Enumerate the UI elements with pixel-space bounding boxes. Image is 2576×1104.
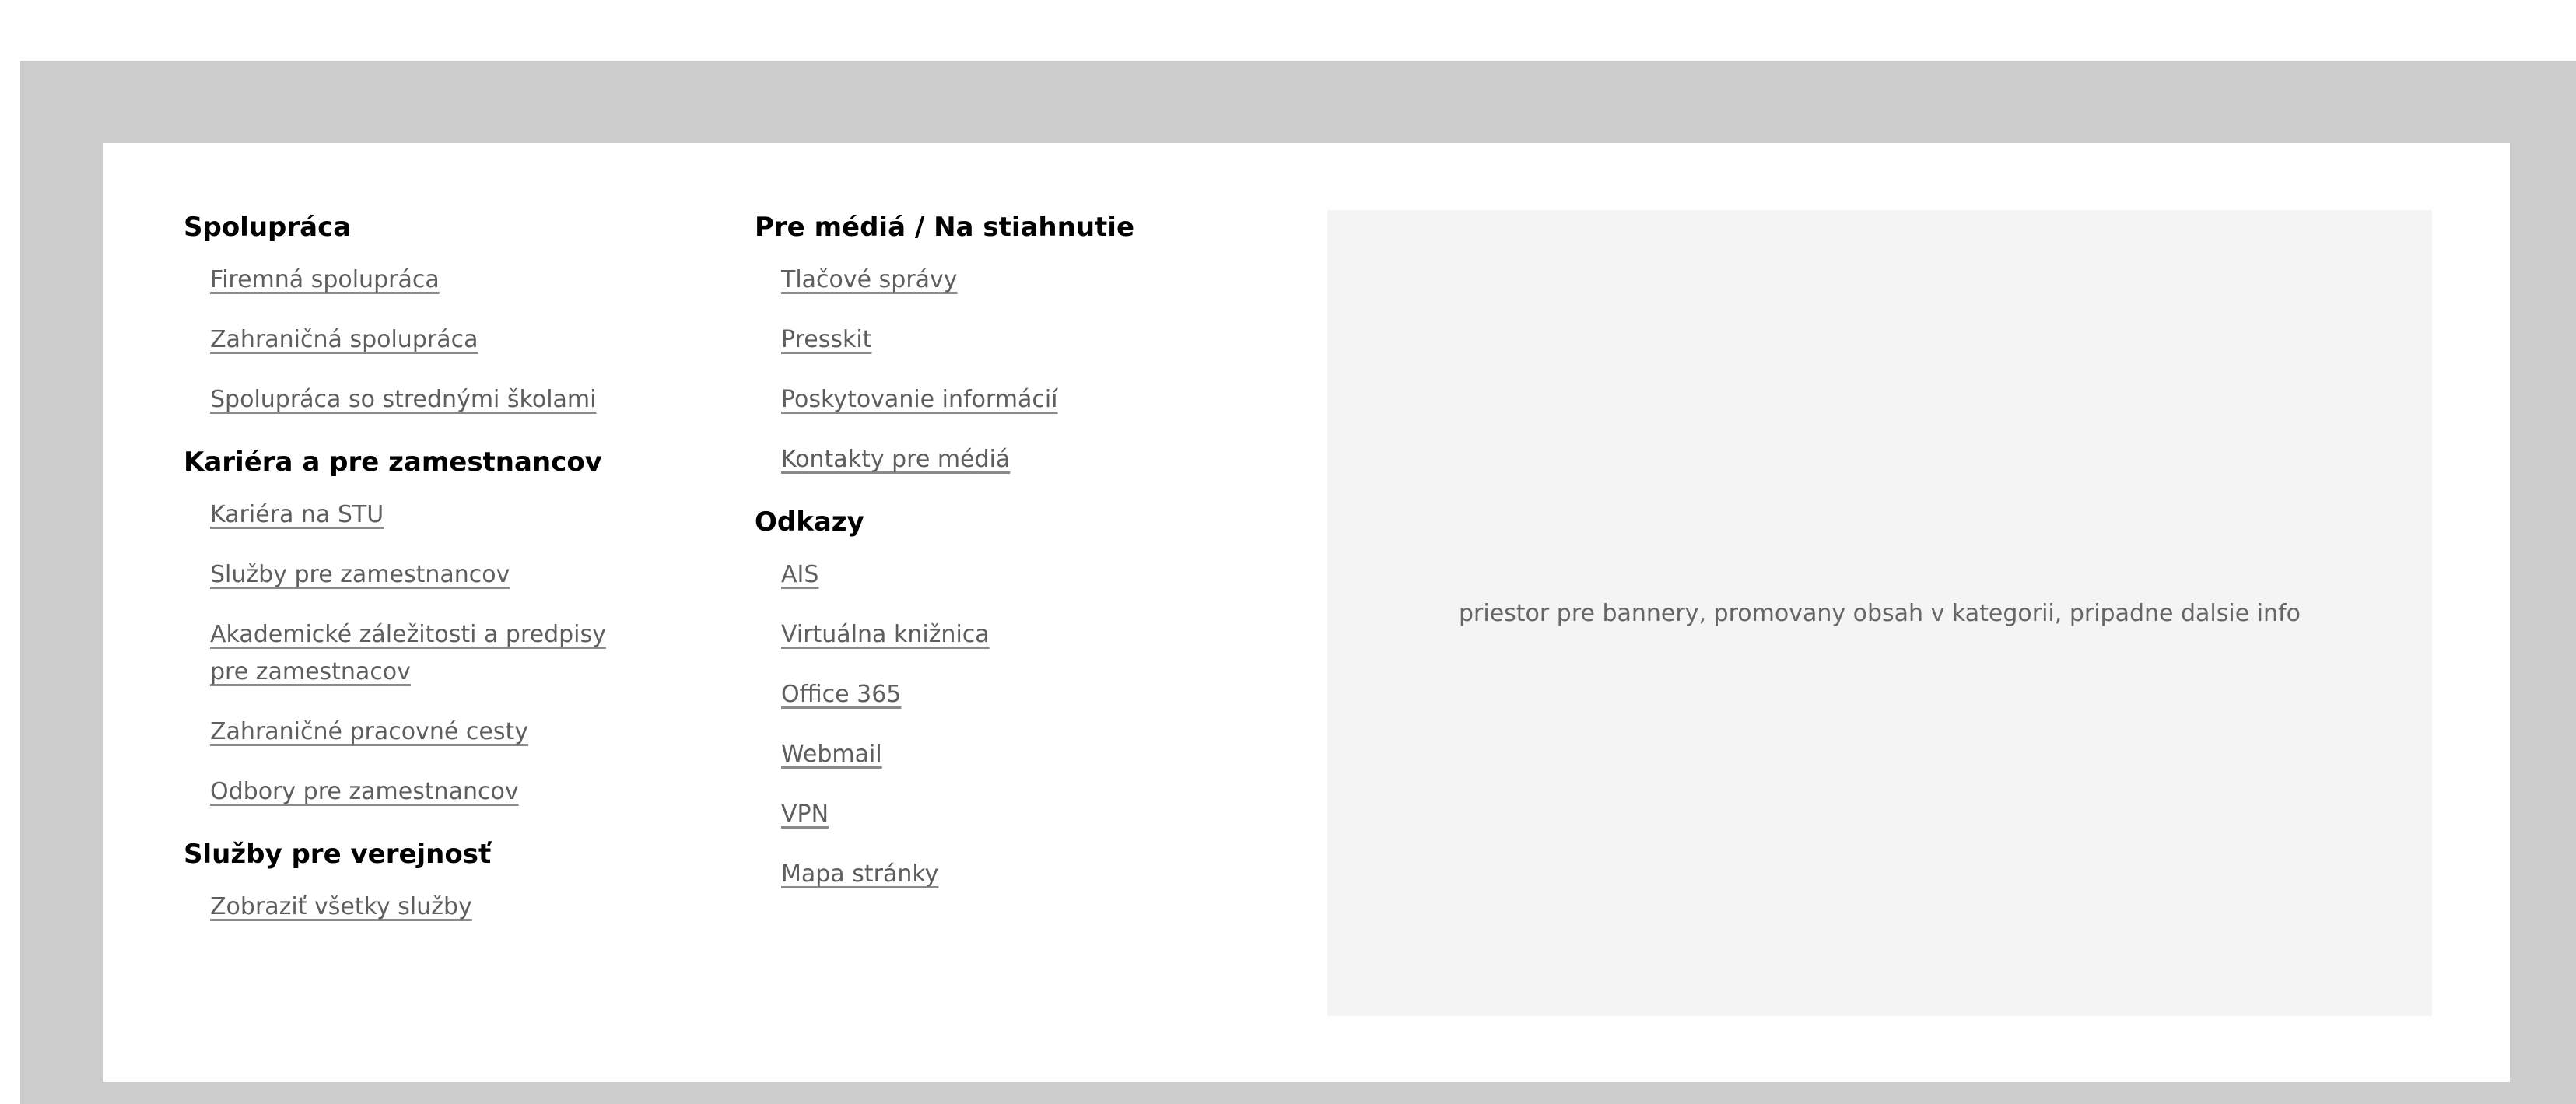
- list-item: AIS: [781, 556, 1237, 597]
- link-zahranicna-spolupraca[interactable]: Zahraničná spolupráca: [210, 321, 478, 359]
- banner-placeholder: priestor pre bannery, promovany obsah v …: [1327, 210, 2432, 1016]
- list-item: Office 365: [781, 676, 1237, 717]
- list-item: Služby pre zamestnancov: [210, 556, 666, 597]
- footer-outer-panel: Spolupráca Firemná spolupráca Zahraničná…: [20, 61, 2576, 1104]
- link-firemna-spolupraca[interactable]: Firemná spolupráca: [210, 261, 440, 299]
- link-mapa-stranky[interactable]: Mapa stránky: [781, 856, 938, 893]
- list-item: Mapa stránky: [781, 856, 1237, 896]
- list-item: Firemná spolupráca: [210, 261, 666, 302]
- link-office-365[interactable]: Office 365: [781, 676, 901, 713]
- list-item: Presskit: [781, 321, 1237, 362]
- link-ais[interactable]: AIS: [781, 556, 818, 594]
- list-item: Akademické záležitosti a predpisy pre za…: [210, 616, 666, 694]
- link-poskytovanie-informacii[interactable]: Poskytovanie informácií: [781, 381, 1058, 419]
- list-item: Zobraziť všetky služby: [210, 888, 666, 929]
- link-webmail[interactable]: Webmail: [781, 736, 882, 773]
- list-item: Kariéra na STU: [210, 496, 666, 537]
- list-item: Odbory pre zamestnancov: [210, 773, 666, 814]
- list-item: Spolupráca so strednými školami: [210, 381, 666, 422]
- section-title: Odkazy: [755, 506, 864, 538]
- link-kariera-na-stu[interactable]: Kariéra na STU: [210, 496, 384, 534]
- page-header-strip: [0, 0, 2576, 61]
- section-spolupraca: Spolupráca Firemná spolupráca Zahraničná…: [184, 207, 666, 422]
- link-kontakty-pre-media[interactable]: Kontakty pre médiá: [781, 441, 1010, 478]
- list-item: Poskytovanie informácií: [781, 381, 1237, 422]
- footer-column-1: Spolupráca Firemná spolupráca Zahraničná…: [184, 207, 666, 949]
- section-odkazy: Odkazy AIS Virtuálna knižnica Office 365…: [755, 502, 1237, 896]
- link-list: Kariéra na STU Služby pre zamestnancov A…: [184, 496, 666, 814]
- list-item: Tlačové správy: [781, 261, 1237, 302]
- list-item: Virtuálna knižnica: [781, 616, 1237, 657]
- list-item: VPN: [781, 796, 1237, 836]
- section-title: Spolupráca: [184, 212, 352, 243]
- section-pre-media: Pre médiá / Na stiahnutie Tlačové správy…: [755, 207, 1237, 482]
- link-spolupraca-so-strednymi-skolami[interactable]: Spolupráca so strednými školami: [210, 381, 596, 419]
- link-virtualna-kniznica[interactable]: Virtuálna knižnica: [781, 616, 990, 654]
- link-akademicke-zalezitosti[interactable]: Akademické záležitosti a predpisy pre za…: [210, 616, 630, 691]
- link-odbory-pre-zamestnancov[interactable]: Odbory pre zamestnancov: [210, 773, 519, 811]
- link-sluzby-pre-zamestnancov[interactable]: Služby pre zamestnancov: [210, 556, 510, 594]
- section-sluzby-pre-verejnost: Služby pre verejnosť Zobraziť všetky slu…: [184, 834, 666, 929]
- link-zobrazit-vsetky-sluzby[interactable]: Zobraziť všetky služby: [210, 888, 472, 926]
- link-list: Tlačové správy Presskit Poskytovanie inf…: [755, 261, 1237, 482]
- link-zahranicne-pracovne-cesty[interactable]: Zahraničné pracovné cesty: [210, 713, 528, 751]
- footer-inner-panel: Spolupráca Firemná spolupráca Zahraničná…: [103, 143, 2510, 1082]
- list-item: Webmail: [781, 736, 1237, 776]
- link-list: Zobraziť všetky služby: [184, 888, 666, 929]
- section-title: Pre médiá / Na stiahnutie: [755, 212, 1135, 243]
- link-list: Firemná spolupráca Zahraničná spolupráca…: [184, 261, 666, 422]
- list-item: Zahraničná spolupráca: [210, 321, 666, 362]
- footer-column-2: Pre médiá / Na stiahnutie Tlačové správy…: [755, 207, 1237, 916]
- link-tlacove-spravy[interactable]: Tlačové správy: [781, 261, 958, 299]
- link-presskit[interactable]: Presskit: [781, 321, 871, 359]
- section-title: Služby pre verejnosť: [184, 839, 492, 870]
- list-item: Kontakty pre médiá: [781, 441, 1237, 482]
- section-kariera: Kariéra a pre zamestnancov Kariéra na ST…: [184, 442, 666, 814]
- link-list: AIS Virtuálna knižnica Office 365 Webmai…: [755, 556, 1237, 896]
- section-title: Kariéra a pre zamestnancov: [184, 447, 602, 478]
- banner-text: priestor pre bannery, promovany obsah v …: [1458, 599, 2301, 627]
- list-item: Zahraničné pracovné cesty: [210, 713, 666, 754]
- link-vpn[interactable]: VPN: [781, 796, 829, 833]
